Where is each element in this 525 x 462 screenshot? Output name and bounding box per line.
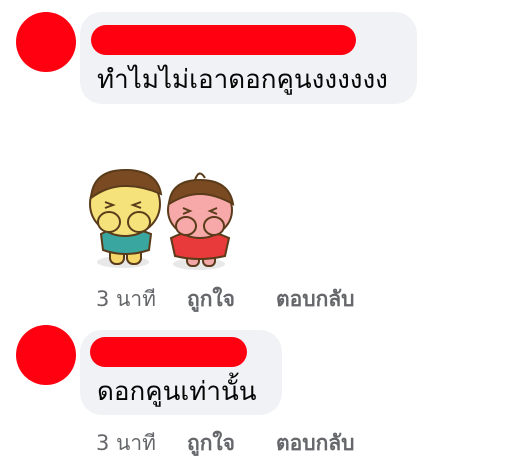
author-name-redacted[interactable] <box>90 337 247 367</box>
avatar[interactable] <box>16 12 76 72</box>
comment-timestamp[interactable]: 3 นาที <box>96 286 156 312</box>
comment-text: ดอกคูนเท่านั้น <box>97 377 257 407</box>
comment-meta-row: 3 นาที ถูกใจ ตอบกลับ <box>96 286 416 312</box>
author-name-redacted[interactable] <box>91 25 356 55</box>
sticker-kid-yellow <box>89 168 163 268</box>
reply-button[interactable]: ตอบกลับ <box>276 430 355 456</box>
comment-bubble: ทำไมไม่เอาดอกคูนงงงงงง <box>80 12 417 104</box>
comment-bubble: ดอกคูนเท่านั้น <box>80 330 282 415</box>
avatar[interactable] <box>16 325 76 385</box>
comment-meta-row: 3 นาที ถูกใจ ตอบกลับ <box>96 430 416 456</box>
like-button[interactable]: ถูกใจ <box>187 286 235 312</box>
comment-timestamp[interactable]: 3 นาที <box>96 430 156 456</box>
comment-text: ทำไมไม่เอาดอกคูนงงงงงง <box>97 65 388 95</box>
two-kids-covering-faces-sticker[interactable] <box>83 164 249 274</box>
reply-button[interactable]: ตอบกลับ <box>276 286 355 312</box>
like-button[interactable]: ถูกใจ <box>187 430 235 456</box>
comment-thread: ทำไมไม่เอาดอกคูนงงงงงง 3 นาที ถูกใจ ตอบก… <box>0 0 525 462</box>
sticker-kid-pink <box>167 172 235 270</box>
